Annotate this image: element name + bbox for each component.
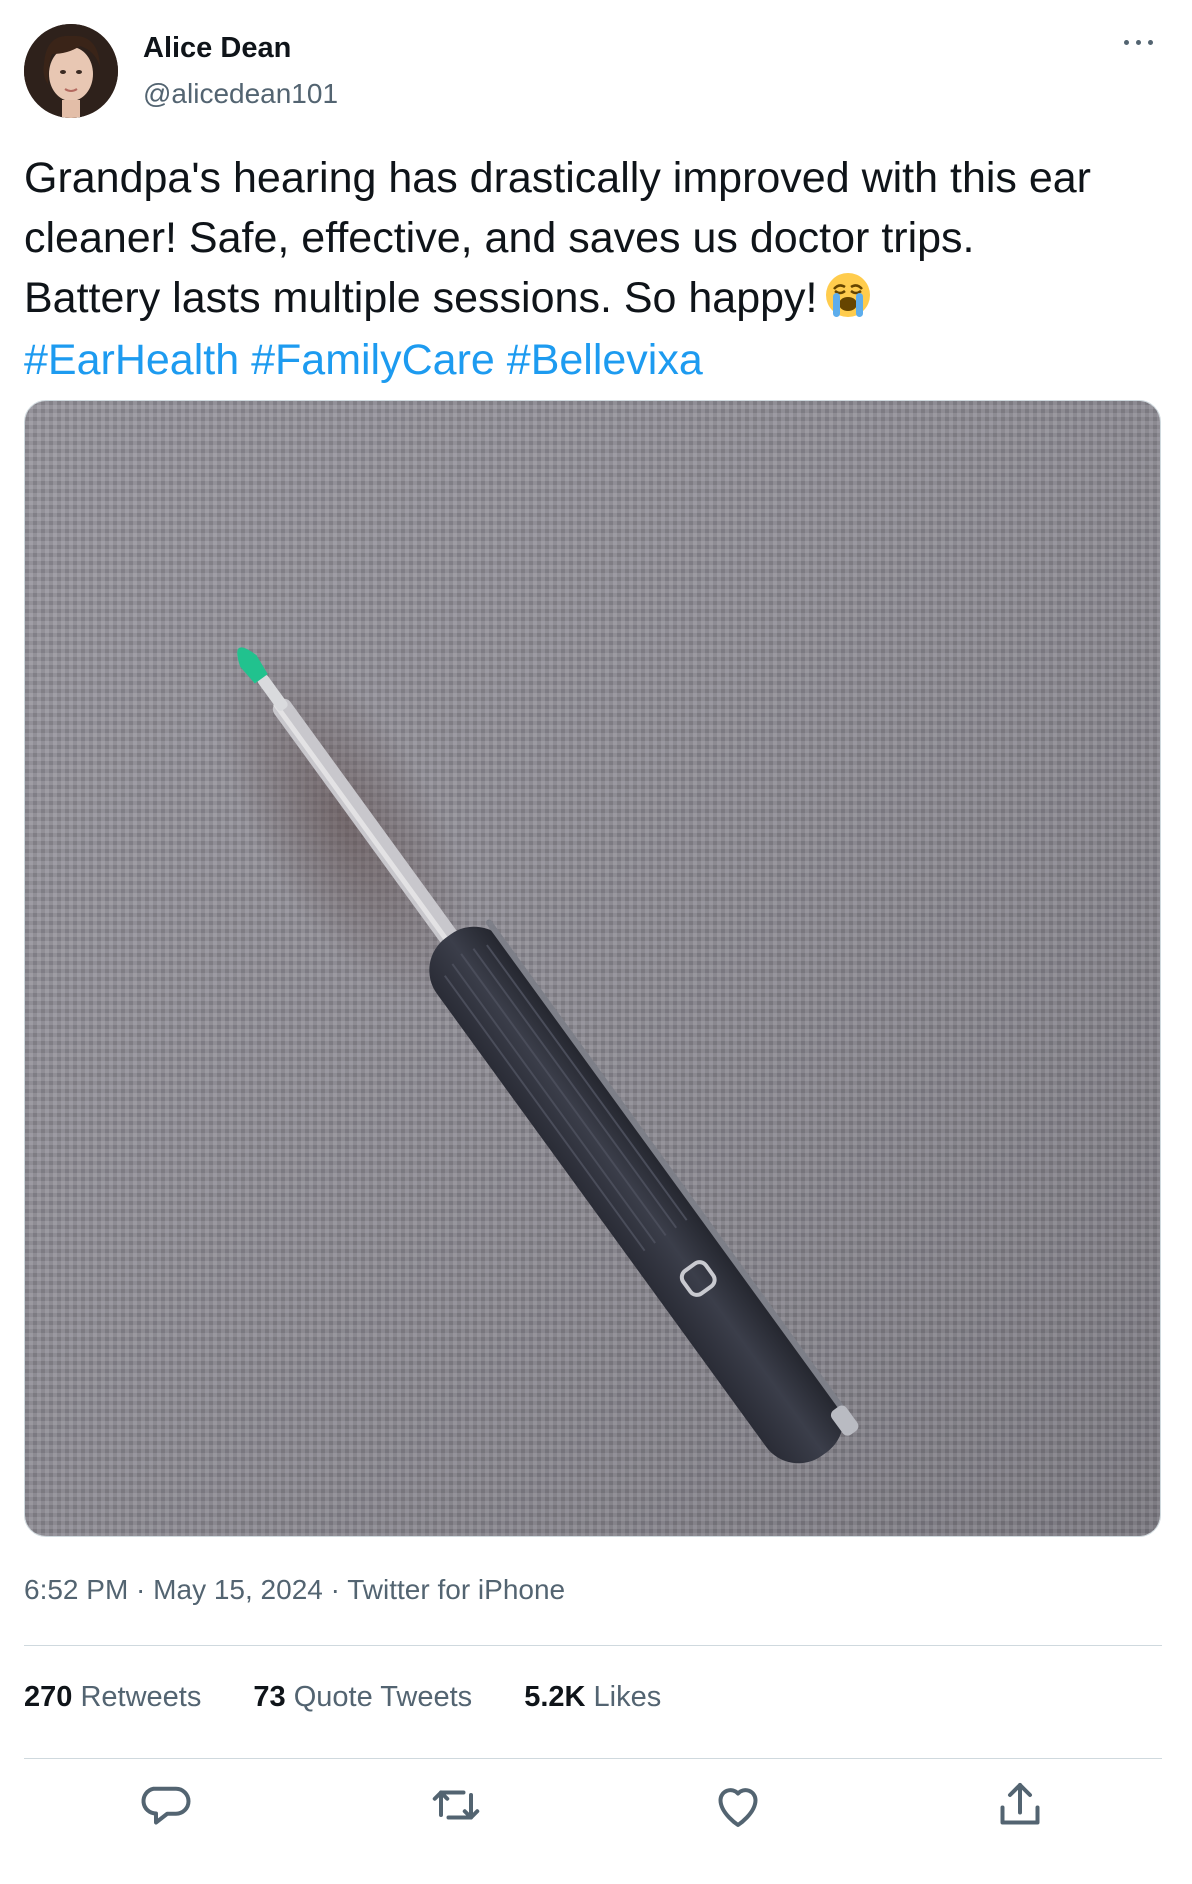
user-name[interactable]: Alice Dean	[143, 32, 291, 65]
tweet-stats: 270 Retweets 73 Quote Tweets 5.2K Likes	[24, 1681, 705, 1714]
meta-separator: ·	[128, 1574, 154, 1605]
tweet-container: Alice Dean @alicedean101 Grandpa's heari…	[0, 0, 1192, 1884]
tweet-actions	[0, 1775, 1192, 1835]
hashtag-earhealth[interactable]: #EarHealth	[24, 336, 239, 384]
likes-label: Likes	[593, 1681, 662, 1713]
meta-separator: ·	[322, 1574, 348, 1605]
reply-icon[interactable]	[136, 1775, 196, 1835]
quote-tweets-label: Quote Tweets	[293, 1681, 473, 1713]
retweets-stat[interactable]: 270 Retweets	[24, 1681, 201, 1714]
likes-stat[interactable]: 5.2K Likes	[524, 1681, 661, 1714]
hashtags: #EarHealth #FamilyCare #Bellevixa	[24, 330, 703, 390]
tweet-text: Grandpa's hearing has drastically improv…	[24, 148, 1174, 336]
tweet-text-line-content: Battery lasts multiple sessions. So happ…	[24, 274, 818, 322]
tweet-text-line: cleaner! Safe, effective, and saves us d…	[24, 214, 975, 262]
tweet-text-line: Grandpa's hearing has drastically improv…	[24, 154, 1092, 202]
share-icon[interactable]	[990, 1775, 1050, 1835]
divider	[24, 1645, 1162, 1646]
like-icon[interactable]	[708, 1775, 768, 1835]
quote-tweets-count: 73	[253, 1681, 286, 1713]
tweet-text-line: Battery lasts multiple sessions. So happ…	[24, 268, 1174, 336]
tweet-meta: 6:52 PM · May 15, 2024 · Twitter for iPh…	[24, 1574, 565, 1606]
loudly-crying-face-icon	[823, 270, 873, 336]
retweets-label: Retweets	[80, 1681, 202, 1713]
divider	[24, 1758, 1162, 1759]
more-options-icon[interactable]	[1120, 30, 1160, 54]
likes-count: 5.2K	[524, 1681, 586, 1713]
tweet-source[interactable]: Twitter for iPhone	[347, 1574, 565, 1605]
tweet-date[interactable]: May 15, 2024	[153, 1574, 323, 1605]
retweets-count: 270	[24, 1681, 73, 1713]
hashtag-familycare[interactable]: #FamilyCare	[251, 336, 495, 384]
tweet-time[interactable]: 6:52 PM	[24, 1574, 128, 1605]
avatar[interactable]	[24, 24, 118, 118]
user-handle[interactable]: @alicedean101	[143, 78, 338, 110]
hashtag-bellevixa[interactable]: #Bellevixa	[507, 336, 703, 384]
tweet-media-image[interactable]	[24, 400, 1161, 1537]
retweet-icon[interactable]	[426, 1775, 486, 1835]
quote-tweets-stat[interactable]: 73 Quote Tweets	[253, 1681, 472, 1714]
